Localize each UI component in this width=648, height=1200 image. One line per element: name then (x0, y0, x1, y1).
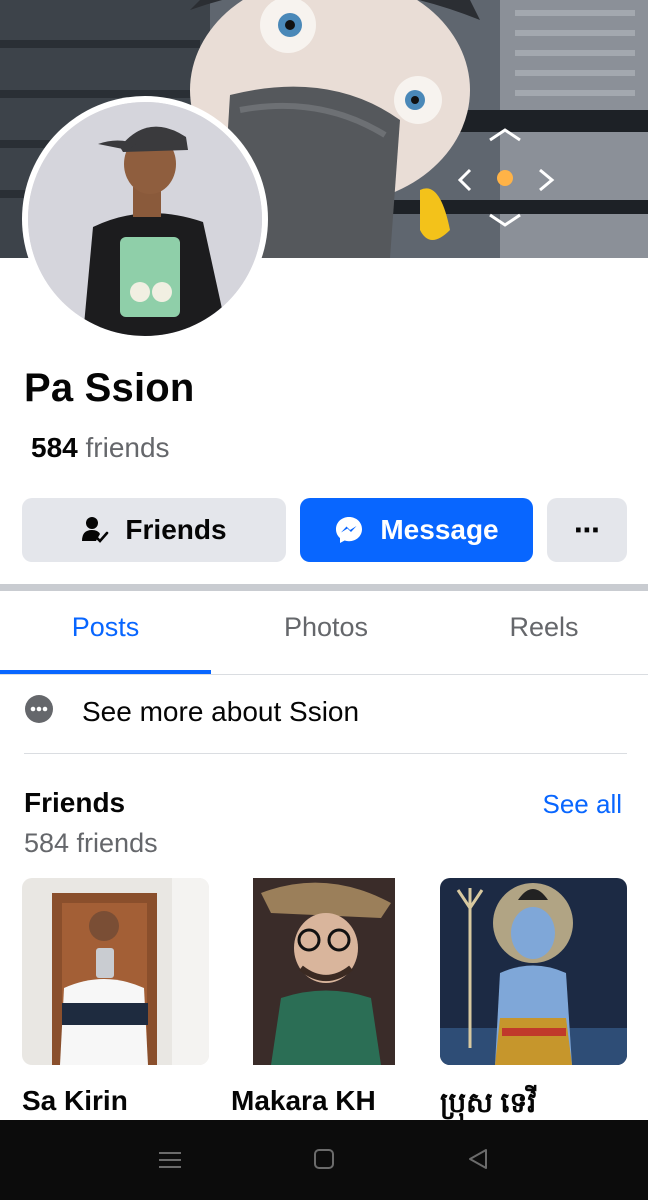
see-all-friends-link[interactable]: See all (543, 789, 623, 820)
friend-photo (440, 878, 627, 1065)
friend-photo (22, 878, 209, 1065)
more-circle-icon (24, 694, 54, 731)
friends-section-title: Friends (24, 787, 126, 818)
friends-button-label: Friends (125, 514, 227, 545)
friends-check-icon (81, 516, 109, 544)
tab-photos[interactable]: Photos (218, 612, 434, 643)
friend-name: Sa Kirin (22, 1085, 128, 1116)
about-divider (24, 753, 627, 754)
menu-icon[interactable] (158, 1148, 182, 1177)
friends-count-number: 584 (31, 432, 78, 463)
section-divider (0, 584, 648, 591)
more-options-button[interactable]: ⋯ (547, 498, 627, 562)
friend-name: Makara KH (231, 1085, 376, 1116)
see-more-about[interactable]: See more about Ssion (24, 694, 359, 730)
tabs-divider (0, 674, 648, 675)
message-button[interactable]: Message (300, 498, 533, 562)
profile-name: Pa Ssion (24, 366, 195, 410)
messenger-icon (334, 515, 364, 545)
friend-photo (231, 878, 418, 1065)
more-dots-icon: ⋯ (574, 514, 600, 545)
friends-button[interactable]: Friends (22, 498, 286, 562)
friend-card[interactable]: ប្រុស ទេវី (440, 878, 627, 1126)
friends-count-label: friends (85, 432, 170, 463)
home-icon[interactable] (313, 1148, 335, 1175)
system-navigation-bar (0, 1120, 648, 1200)
friend-card[interactable]: Makara KH (231, 878, 418, 1117)
tab-posts[interactable]: Posts (0, 612, 211, 643)
see-more-about-label: See more about Ssion (82, 696, 360, 727)
tab-reels[interactable]: Reels (436, 612, 648, 643)
back-icon[interactable] (467, 1148, 489, 1175)
message-button-label: Message (380, 514, 499, 545)
profile-picture-image (28, 102, 262, 336)
profile-picture[interactable] (22, 96, 268, 342)
friends-count[interactable]: 584 friends (31, 432, 170, 464)
friend-card[interactable]: Sa Kirin (22, 878, 209, 1117)
friends-section-count: 584 friends (24, 828, 158, 858)
